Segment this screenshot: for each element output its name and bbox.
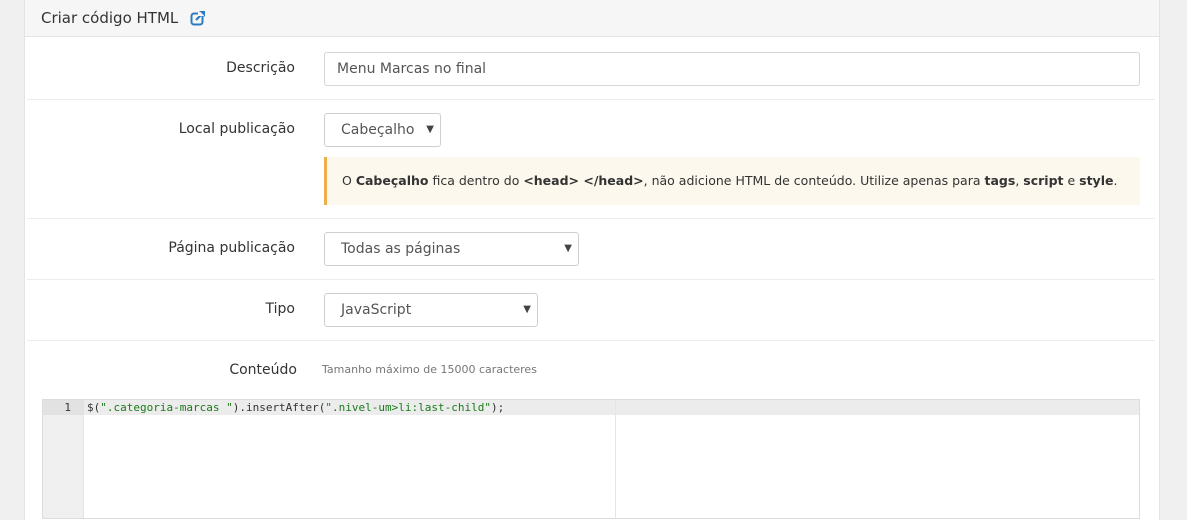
- code-token: ).insertAfter(: [232, 401, 326, 414]
- print-margin: [615, 400, 616, 518]
- pagina-select[interactable]: Todas as páginas ▼: [324, 232, 579, 266]
- conteudo-label: Conteúdo: [229, 362, 297, 378]
- code-editor[interactable]: 1 $(".categoria-marcas ").insertAfter(".…: [42, 399, 1140, 519]
- code-token: $(: [87, 401, 101, 414]
- alert-bold-3: tags: [984, 173, 1016, 188]
- descricao-label: Descrição: [226, 60, 295, 76]
- row-tipo: Tipo JavaScript ▼: [27, 280, 1155, 341]
- code-string: ".categoria-marcas ": [100, 401, 233, 414]
- code-line[interactable]: $(".categoria-marcas ").insertAfter(".ni…: [87, 400, 504, 415]
- chevron-down-icon: ▼: [426, 124, 434, 135]
- alert-bold-4: script: [1023, 173, 1064, 188]
- tipo-select[interactable]: JavaScript ▼: [324, 293, 538, 327]
- local-select[interactable]: Cabeçalho ▼: [324, 113, 441, 147]
- alert-text-2: fica dentro do: [428, 173, 524, 188]
- pagina-label: Página publicação: [168, 240, 295, 256]
- local-label: Local publicação: [178, 121, 295, 137]
- panel-header: Criar código HTML: [25, 0, 1159, 37]
- alert-bold-5: style: [1079, 173, 1114, 188]
- tipo-label: Tipo: [265, 301, 295, 317]
- chevron-down-icon: ▼: [564, 243, 572, 254]
- line-number: 1: [64, 401, 71, 414]
- pagina-select-value: Todas as páginas: [341, 241, 461, 257]
- code-token: );: [491, 401, 505, 414]
- alert-text-5: e: [1063, 173, 1080, 188]
- alert-bold-2: <head> </head>: [523, 173, 644, 188]
- tipo-select-value: JavaScript: [341, 302, 412, 318]
- row-local: Local publicação Cabeçalho ▼ O Cabeçalho…: [27, 100, 1155, 219]
- external-link-icon[interactable]: [190, 10, 206, 26]
- local-alert: O Cabeçalho fica dentro do <head> </head…: [324, 157, 1140, 205]
- row-descricao: Descrição: [27, 37, 1155, 100]
- editor-gutter: 1: [43, 400, 84, 518]
- alert-text-1: O: [342, 173, 356, 188]
- descricao-input[interactable]: [324, 52, 1140, 86]
- alert-bold-1: Cabeçalho: [355, 173, 429, 188]
- code-string: ".nivel-um>li:last-child": [325, 401, 491, 414]
- conteudo-help: Tamanho máximo de 15000 caracteres: [322, 363, 537, 376]
- alert-text-3: , não adicione HTML de conteúdo. Utilize…: [643, 173, 985, 188]
- chevron-down-icon: ▼: [523, 304, 531, 315]
- row-pagina: Página publicação Todas as páginas ▼: [27, 219, 1155, 280]
- form-panel: Criar código HTML Descrição Local public…: [24, 0, 1160, 520]
- alert-text-6: .: [1113, 173, 1118, 188]
- page-title: Criar código HTML: [41, 9, 179, 27]
- local-select-value: Cabeçalho: [341, 122, 415, 138]
